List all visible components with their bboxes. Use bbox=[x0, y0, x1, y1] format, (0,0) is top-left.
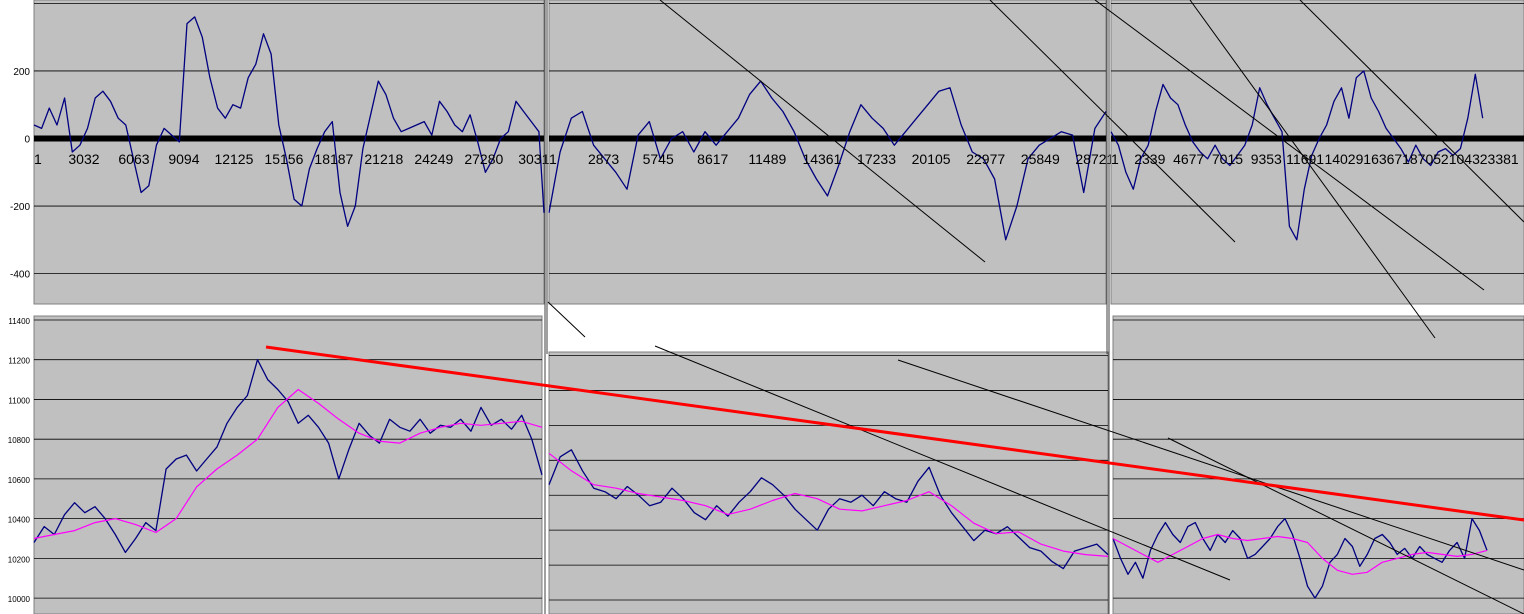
y-tick-label: -200 bbox=[10, 202, 30, 213]
chart-canvas: 200 0 -200 -400 1 3032 6063 9094 12125 15156 18187… bbox=[0, 0, 1524, 614]
x-tick-label: 9353 bbox=[1251, 151, 1282, 167]
y-tick-label: -400 bbox=[10, 270, 30, 281]
x-tick-label: 5745 bbox=[643, 151, 674, 167]
x-tick-label: 18187 bbox=[314, 151, 353, 167]
chart-panel-top-left: 200 0 -200 -400 1 3032 6063 9094 12125 15156 18187… bbox=[10, 0, 550, 305]
chart-panel-bottom-middle bbox=[548, 351, 1109, 614]
plot-area bbox=[1112, 315, 1524, 614]
y-tick-label: 10800 bbox=[8, 436, 31, 445]
x-tick-label: 6063 bbox=[118, 151, 149, 167]
chart-panel-top-right: 1233946777015935311691140291636718705210… bbox=[1110, 0, 1524, 305]
chart-panel-bottom-left: 11400 11200 11000 10800 10600 10400 10200 10000 bbox=[8, 315, 543, 614]
x-tick-label: 2873 bbox=[588, 151, 619, 167]
x-tick-label: 17233 bbox=[857, 151, 896, 167]
x-tick-label: 14361 bbox=[802, 151, 841, 167]
x-tick-label: 1 bbox=[549, 151, 557, 167]
x-tick-label: 23381 bbox=[1480, 151, 1519, 167]
x-tick-label: 11489 bbox=[748, 151, 786, 167]
x-tick-label: 9094 bbox=[168, 151, 199, 167]
x-tick-label: 1 bbox=[34, 151, 42, 167]
x-tick-label: 7015 bbox=[1212, 151, 1243, 167]
y-tick-label: 10400 bbox=[8, 516, 31, 525]
x-tick-label: 20105 bbox=[912, 151, 951, 167]
x-tick-label: 22977 bbox=[966, 151, 1005, 167]
y-tick-label: 11200 bbox=[8, 357, 30, 366]
x-tick-label: 21218 bbox=[364, 151, 403, 167]
y-tick-label: 10000 bbox=[8, 595, 31, 604]
x-tick-label: 12125 bbox=[214, 151, 253, 167]
y-tick-label: 11400 bbox=[8, 317, 30, 326]
plot-area bbox=[33, 315, 543, 614]
x-tick-label: 14029 bbox=[1324, 151, 1363, 167]
x-tick-label: 2339 bbox=[1134, 151, 1165, 167]
x-tick-label: 3032 bbox=[68, 151, 99, 167]
chart-panel-top-middle: 1 2873 5745 8617 11489 14361 17233 20105 22977 25… bbox=[548, 0, 1115, 305]
x-tick-label: 18705 bbox=[1402, 151, 1441, 167]
y-tick-label: 10200 bbox=[8, 555, 31, 564]
y-tick-label: 0 bbox=[24, 134, 30, 145]
x-tick-label: 24249 bbox=[414, 151, 453, 167]
y-tick-label: 11000 bbox=[8, 396, 30, 405]
x-tick-label: 25849 bbox=[1021, 151, 1060, 167]
chart-panel-bottom-right bbox=[1112, 315, 1524, 614]
plot-area bbox=[548, 351, 1109, 614]
x-tick-label: 16367 bbox=[1363, 151, 1402, 167]
y-tick-label: 10600 bbox=[8, 476, 31, 485]
x-tick-label: 8617 bbox=[697, 151, 728, 167]
x-tick-label: 15156 bbox=[264, 151, 303, 167]
y-tick-label: 200 bbox=[13, 67, 30, 78]
x-tick-label: 27280 bbox=[464, 151, 503, 167]
x-tick-label: 4677 bbox=[1173, 151, 1204, 167]
x-tick-label: 1 bbox=[1111, 151, 1119, 167]
